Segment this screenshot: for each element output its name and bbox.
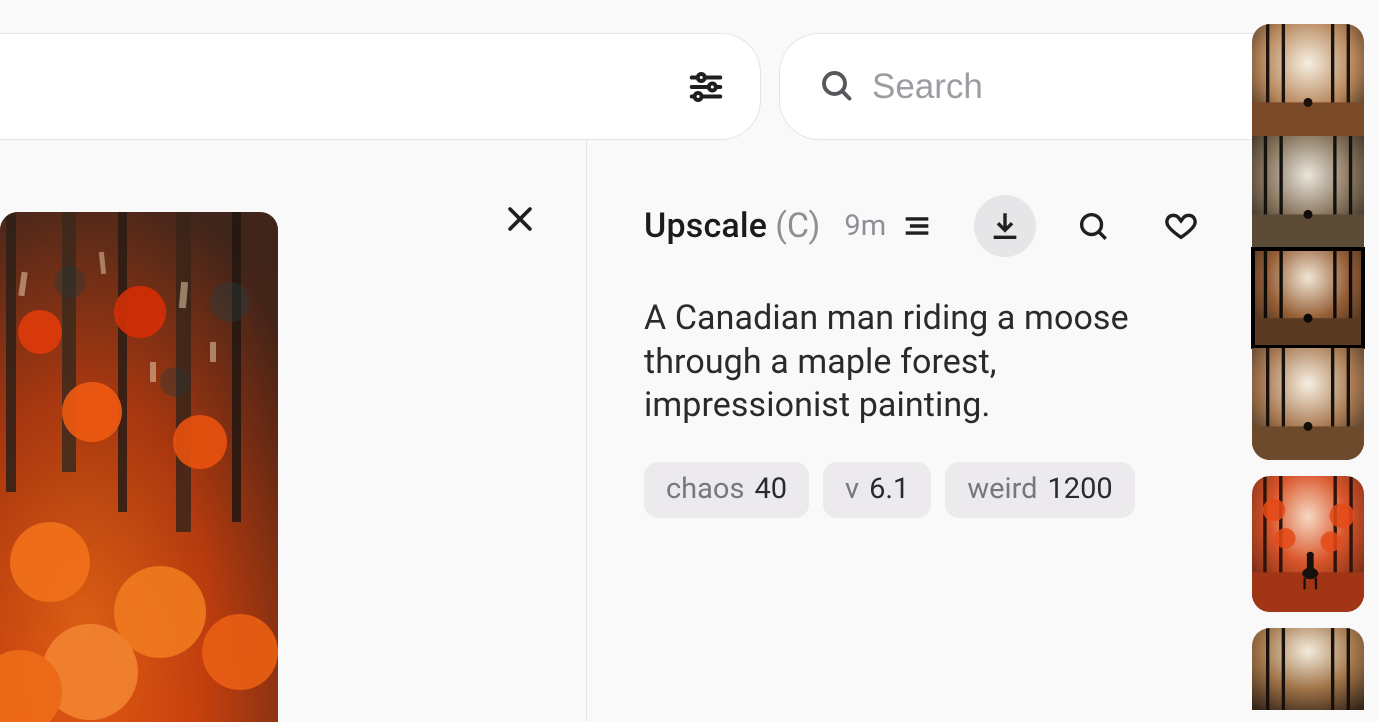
thumbnail[interactable] <box>1252 348 1364 460</box>
param-value: 1200 <box>1047 472 1112 506</box>
param-key: chaos <box>666 472 744 506</box>
thumbnail[interactable] <box>1252 476 1364 612</box>
param-chip[interactable]: chaos 40 <box>644 462 809 518</box>
param-key: weird <box>967 472 1037 506</box>
search-in-image-button[interactable] <box>1062 195 1124 257</box>
sliders-icon[interactable] <box>687 68 725 106</box>
thumbnail[interactable] <box>1252 628 1364 710</box>
search-input[interactable] <box>872 67 1252 107</box>
like-button[interactable] <box>1150 195 1212 257</box>
filter-panel <box>0 33 761 140</box>
download-button[interactable] <box>974 195 1036 257</box>
param-value: 6.1 <box>869 472 909 506</box>
param-chip[interactable]: weird 1200 <box>945 462 1134 518</box>
param-chip[interactable]: v 6.1 <box>823 462 931 518</box>
image-preview[interactable] <box>0 212 278 722</box>
search-bar[interactable] <box>779 33 1299 140</box>
close-button[interactable] <box>498 197 542 241</box>
thumbnail-selected[interactable] <box>1252 248 1364 348</box>
operation-age: 9m <box>844 209 886 243</box>
thumbnail[interactable] <box>1252 24 1364 136</box>
param-value: 40 <box>754 472 787 506</box>
parameter-row: chaos 40 v 6.1 weird 1200 <box>644 462 1204 518</box>
operation-label: Upscale <box>644 206 767 246</box>
options-button[interactable] <box>886 195 948 257</box>
thumbnail[interactable] <box>1252 136 1364 248</box>
panel-divider <box>586 140 587 722</box>
thumbnail-strip <box>1252 24 1364 710</box>
prompt-text: A Canadian man riding a moose through a … <box>644 297 1204 428</box>
operation-mode: (C) <box>775 206 820 246</box>
search-icon <box>818 67 854 107</box>
param-key: v <box>845 472 859 506</box>
